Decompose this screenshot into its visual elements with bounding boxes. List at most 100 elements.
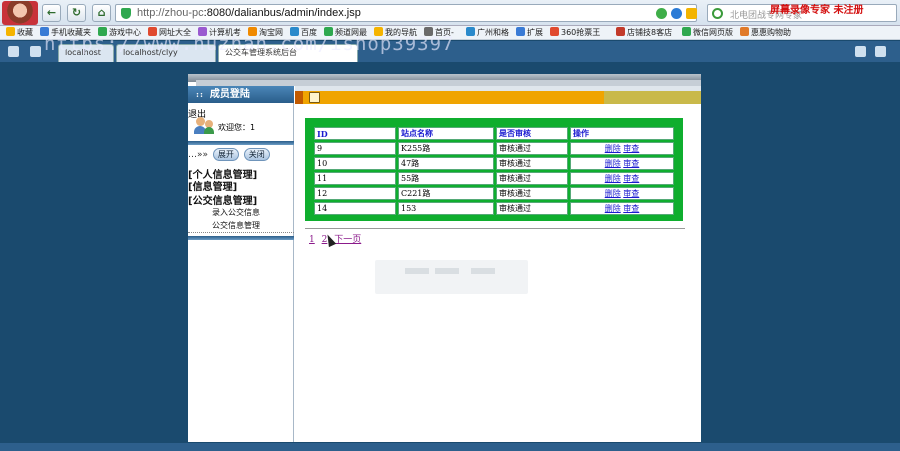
bookmark-item[interactable]: 广州和格	[466, 27, 509, 39]
undo-close-icon[interactable]	[875, 46, 886, 57]
bookmark-item[interactable]: 微信网页版	[682, 27, 733, 39]
bookmark-label: 店铺技8客店	[627, 28, 673, 37]
compat-mode-icon[interactable]	[656, 8, 667, 19]
bookmark-icon	[740, 27, 749, 36]
cell-id: 10	[314, 157, 396, 170]
cell-status: 审核通过	[496, 187, 568, 200]
pager-divider	[305, 228, 685, 229]
sidebar: :: 成员登陆 退出 欢迎您：1 …»» 展开 关闭 [个人信息管理] [信息管理…	[188, 86, 294, 442]
cell-name: 55路	[398, 172, 494, 185]
delete-link[interactable]: 删除	[605, 159, 621, 168]
cell-ops: 删除 审查	[570, 157, 674, 170]
bookmark-icon	[682, 27, 691, 36]
page-icon	[309, 92, 320, 103]
bookmark-item[interactable]: 店铺技8客店	[616, 27, 672, 39]
review-link[interactable]: 审查	[623, 189, 639, 198]
bookmark-icon	[6, 27, 15, 36]
security-shield-icon	[121, 8, 131, 19]
bookmark-icon	[466, 27, 475, 36]
sidebar-divider	[188, 141, 294, 145]
url-text: http://zhou-pc:8080/dalianbus/admin/inde…	[137, 7, 361, 19]
review-link[interactable]: 审查	[623, 144, 639, 153]
review-link[interactable]: 审查	[623, 159, 639, 168]
ghost-overlay	[375, 260, 528, 294]
menu-group-bus[interactable]: [公交信息管理]	[188, 192, 257, 207]
bookmark-icon	[550, 27, 559, 36]
col-ops: 操作	[570, 127, 674, 140]
collapse-button[interactable]: 关闭	[243, 148, 270, 161]
cell-status: 审核通过	[496, 202, 568, 215]
overlay-watermark: https://www.huzhan.com/ishop39397	[44, 33, 455, 55]
delete-link[interactable]: 删除	[605, 204, 621, 213]
cell-id: 14	[314, 202, 396, 215]
bookmark-label: 扩展	[527, 28, 543, 37]
cell-id: 12	[314, 187, 396, 200]
tab-menu-icon[interactable]	[8, 46, 19, 57]
window-restore-icon[interactable]	[855, 46, 866, 57]
sidebar-header: :: 成员登陆	[188, 86, 294, 103]
dots-icon: ::	[196, 89, 204, 99]
cell-name: 153	[398, 202, 494, 215]
delete-link[interactable]: 删除	[605, 174, 621, 183]
cell-ops: 删除 审查	[570, 187, 674, 200]
table-header-row: ID 站点名称 是否审核 操作	[314, 127, 674, 140]
bus-table: ID 站点名称 是否审核 操作 9 K255路 审核通过 删除 审查 10 47路 审核通过…	[312, 125, 676, 217]
review-link[interactable]: 审查	[623, 204, 639, 213]
cell-ops: 删除 审查	[570, 172, 674, 185]
search-icon	[712, 8, 723, 19]
bookmark-label: 360抢票王	[561, 28, 601, 37]
menu-item-manage-bus[interactable]: 公交信息管理	[212, 220, 260, 231]
cell-ops: 删除 审查	[570, 202, 674, 215]
recorder-watermark: 屏幕录像专家 未注册	[770, 5, 864, 16]
expand-button[interactable]: 展开	[212, 148, 239, 161]
bookmark-item[interactable]: 惠惠购物助	[740, 27, 791, 39]
menu-item-add-bus[interactable]: 录入公交信息	[212, 207, 260, 218]
next-page-link[interactable]: 下一页	[334, 235, 361, 245]
bookmark-icon	[516, 27, 525, 36]
refresh-button[interactable]: ↻	[67, 4, 86, 22]
address-bar[interactable]: http://zhou-pc:8080/dalianbus/admin/inde…	[115, 4, 697, 22]
cell-name: K255路	[398, 142, 494, 155]
ie-mode-icon[interactable]	[671, 8, 682, 19]
review-link[interactable]: 审查	[623, 174, 639, 183]
page-1-link[interactable]: 1	[309, 235, 315, 245]
user-avatar[interactable]	[2, 1, 38, 25]
menu-divider	[188, 232, 294, 233]
table-frame: ID 站点名称 是否审核 操作 9 K255路 审核通过 删除 审查 10 47路 审核通过…	[305, 118, 683, 221]
cell-name: 47路	[398, 157, 494, 170]
cell-status: 审核通过	[496, 142, 568, 155]
cell-ops: 删除 审查	[570, 142, 674, 155]
delete-link[interactable]: 删除	[605, 144, 621, 153]
bookmark-icon	[616, 27, 625, 36]
cell-id: 11	[314, 172, 396, 185]
table-row: 14 153 审核通过 删除 审查	[314, 202, 674, 215]
bookmark-item[interactable]: 扩展	[516, 27, 543, 39]
delete-link[interactable]: 删除	[605, 189, 621, 198]
home-button[interactable]: ⌂	[92, 4, 111, 22]
users-icon	[194, 117, 214, 135]
cell-name: C221路	[398, 187, 494, 200]
pagination: 1 2 下一页	[309, 232, 365, 245]
sidebar-divider	[188, 236, 294, 240]
cell-id: 9	[314, 142, 396, 155]
menu-group-info[interactable]: [信息管理]	[188, 178, 237, 193]
table-row: 10 47路 审核通过 删除 审查	[314, 157, 674, 170]
back-button[interactable]: ←	[42, 4, 61, 22]
bookmark-label: 收藏	[17, 28, 33, 37]
content-title-bar	[295, 91, 701, 104]
col-status: 是否审核	[496, 127, 568, 140]
status-bar	[0, 443, 900, 451]
bookmark-label: 惠惠购物助	[751, 28, 791, 37]
favorite-star-icon[interactable]	[686, 8, 697, 19]
table-row: 9 K255路 审核通过 删除 审查	[314, 142, 674, 155]
url-path: :8080/dalianbus/admin/index.jsp	[203, 7, 361, 19]
cell-status: 审核通过	[496, 172, 568, 185]
bookmark-item[interactable]: 收藏	[6, 27, 33, 39]
tab-sound-icon[interactable]	[30, 46, 41, 57]
bookmark-label: 广州和格	[477, 28, 509, 37]
cell-status: 审核通过	[496, 157, 568, 170]
bookmark-label: 微信网页版	[693, 28, 733, 37]
table-row: 12 C221路 审核通过 删除 审查	[314, 187, 674, 200]
bookmark-item[interactable]: 360抢票王	[550, 27, 600, 39]
sidebar-title: 成员登陆	[209, 89, 250, 100]
